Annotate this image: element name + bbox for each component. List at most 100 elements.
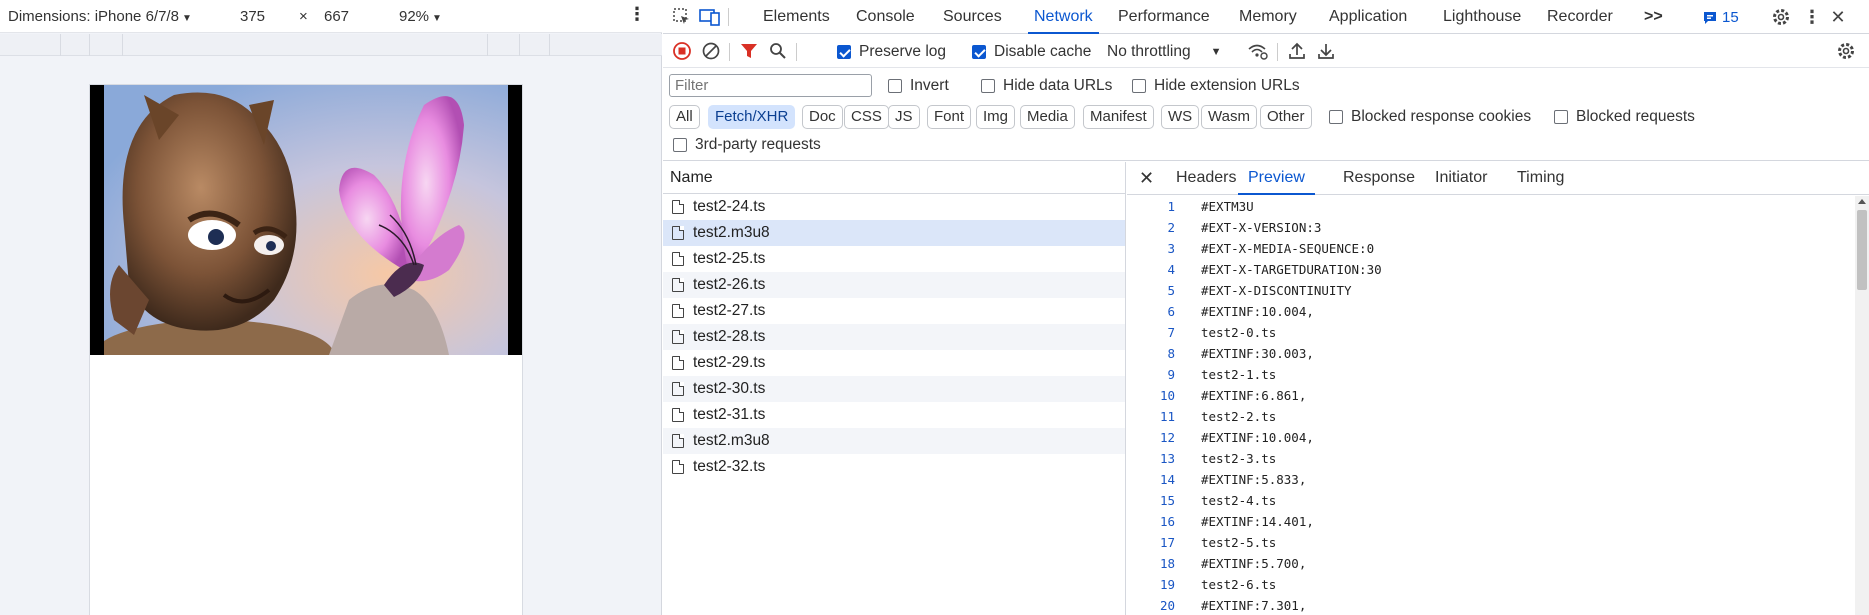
request-row[interactable]: test2-28.ts	[663, 324, 1125, 350]
code-line: 12 #EXTINF:10.004,	[1127, 427, 1869, 448]
type-filter-wasm[interactable]: Wasm	[1201, 105, 1257, 129]
hide-extension-urls-label: Hide extension URLs	[1154, 77, 1300, 94]
request-row[interactable]: test2-32.ts	[663, 454, 1125, 480]
zoom-level: 92%	[399, 8, 430, 25]
request-row[interactable]: test2-27.ts	[663, 298, 1125, 324]
blocked-requests-label: Blocked requests	[1576, 108, 1695, 125]
type-filter-js[interactable]: JS	[888, 105, 920, 129]
line-text: #EXTINF:30.003,	[1201, 346, 1314, 361]
search-icon[interactable]	[767, 40, 789, 62]
name-column-header[interactable]: Name	[663, 162, 1125, 194]
hide-data-urls-checkbox[interactable]: Hide data URLs	[981, 77, 1112, 95]
tab-console[interactable]: Console	[856, 0, 915, 34]
request-row[interactable]: test2-25.ts	[663, 246, 1125, 272]
code-line: 6 #EXTINF:10.004,	[1127, 301, 1869, 322]
request-row[interactable]: test2.m3u8	[663, 428, 1125, 454]
request-name: test2.m3u8	[693, 432, 770, 449]
request-name: test2-28.ts	[693, 328, 766, 345]
type-filter-fetch-xhr[interactable]: Fetch/XHR	[708, 105, 796, 129]
device-dimensions-dropdown[interactable]: Dimensions: iPhone 6/7/8 ▼	[8, 8, 192, 25]
line-number: 1	[1167, 199, 1175, 214]
line-number: 7	[1167, 325, 1175, 340]
type-filter-doc[interactable]: Doc	[802, 105, 843, 129]
more-tabs-button[interactable]: >>	[1644, 0, 1663, 34]
type-filter-media[interactable]: Media	[1020, 105, 1075, 129]
document-icon	[672, 304, 684, 318]
network-settings-gear-icon[interactable]	[1835, 40, 1857, 62]
import-har-icon[interactable]	[1286, 40, 1308, 62]
type-filter-all[interactable]: All	[669, 105, 700, 129]
preserve-log-label: Preserve log	[859, 43, 947, 60]
inspect-element-icon[interactable]	[671, 6, 693, 28]
preserve-log-checkbox[interactable]: Preserve log	[837, 43, 946, 61]
document-icon	[672, 460, 684, 474]
details-tabs: ✕ Headers Preview Response Initiator Tim…	[1127, 162, 1869, 195]
zoom-dropdown[interactable]: 92% ▼	[399, 8, 442, 25]
tab-preview[interactable]: Preview	[1238, 162, 1315, 195]
dimension-separator: ×	[299, 8, 308, 25]
scroll-up-arrow-icon[interactable]	[1858, 199, 1866, 204]
customize-menu-icon[interactable]: ⋮	[1801, 6, 1823, 28]
request-name: test2.m3u8	[693, 224, 770, 241]
checkbox	[888, 79, 902, 93]
tab-recorder[interactable]: Recorder	[1547, 0, 1613, 34]
more-options-icon[interactable]: ⋮	[628, 4, 646, 25]
close-details-icon[interactable]: ✕	[1139, 162, 1154, 195]
checkbox-checked	[837, 45, 851, 59]
tab-sources[interactable]: Sources	[943, 0, 1002, 34]
tab-headers[interactable]: Headers	[1176, 162, 1236, 195]
code-line: 18 #EXTINF:5.700,	[1127, 553, 1869, 574]
tab-performance[interactable]: Performance	[1118, 0, 1210, 34]
invert-checkbox[interactable]: Invert	[888, 77, 949, 95]
checkbox	[1554, 110, 1568, 124]
throttling-dropdown[interactable]: No throttling ▼	[1107, 43, 1221, 61]
settings-gear-icon[interactable]	[1770, 6, 1792, 28]
request-row[interactable]: test2-29.ts	[663, 350, 1125, 376]
export-har-icon[interactable]	[1315, 40, 1337, 62]
blocked-response-cookies-checkbox[interactable]: Blocked response cookies	[1329, 108, 1531, 126]
tab-lighthouse[interactable]: Lighthouse	[1443, 0, 1521, 34]
tab-timing[interactable]: Timing	[1517, 162, 1564, 195]
type-filter-font[interactable]: Font	[927, 105, 972, 129]
line-number: 9	[1167, 367, 1175, 382]
video-player[interactable]	[90, 85, 522, 355]
request-row[interactable]: test2-26.ts	[663, 272, 1125, 298]
type-filter-other[interactable]: Other	[1260, 105, 1312, 129]
request-row-selected[interactable]: test2.m3u8	[663, 220, 1125, 246]
line-number: 13	[1159, 451, 1175, 466]
preview-code-view[interactable]: 1 #EXTM3U 2 #EXT-X-VERSION:3 3 #EXT-X-MEDIA-S…	[1127, 196, 1869, 615]
tab-elements[interactable]: Elements	[763, 0, 830, 34]
hide-extension-urls-checkbox[interactable]: Hide extension URLs	[1132, 77, 1300, 95]
media-query-ruler[interactable]	[0, 34, 662, 56]
third-party-requests-checkbox[interactable]: 3rd-party requests	[673, 136, 821, 154]
disable-cache-checkbox[interactable]: Disable cache	[972, 43, 1091, 61]
tab-memory[interactable]: Memory	[1239, 0, 1297, 34]
request-row[interactable]: test2-30.ts	[663, 376, 1125, 402]
type-filter-css[interactable]: CSS	[844, 105, 889, 129]
issues-counter[interactable]: 15	[1703, 9, 1739, 26]
scrollbar-thumb[interactable]	[1857, 210, 1867, 290]
close-devtools-icon[interactable]: ✕	[1827, 6, 1849, 28]
clear-icon[interactable]	[700, 40, 722, 62]
device-width-input[interactable]: 375	[240, 8, 265, 25]
request-row[interactable]: test2-24.ts	[663, 194, 1125, 220]
tab-initiator[interactable]: Initiator	[1435, 162, 1487, 195]
code-line: 4 #EXT-X-TARGETDURATION:30	[1127, 259, 1869, 280]
network-conditions-icon[interactable]	[1247, 40, 1269, 62]
preview-scrollbar[interactable]	[1855, 196, 1869, 615]
type-filter-img[interactable]: Img	[976, 105, 1016, 129]
type-filter-ws[interactable]: WS	[1161, 105, 1200, 129]
device-height-input[interactable]: 667	[324, 8, 349, 25]
tab-network[interactable]: Network	[1028, 0, 1099, 34]
device-toolbar-toggle-icon[interactable]	[699, 6, 721, 28]
tab-response[interactable]: Response	[1343, 162, 1415, 195]
tab-application[interactable]: Application	[1329, 0, 1407, 34]
record-stop-icon[interactable]	[671, 40, 693, 62]
type-filter-manifest[interactable]: Manifest	[1083, 105, 1154, 129]
filter-funnel-icon[interactable]	[738, 40, 760, 62]
code-line: 11 test2-2.ts	[1127, 406, 1869, 427]
request-row[interactable]: test2-31.ts	[663, 402, 1125, 428]
line-number: 17	[1159, 535, 1175, 550]
blocked-requests-checkbox[interactable]: Blocked requests	[1554, 108, 1695, 126]
filter-input[interactable]	[669, 74, 872, 97]
